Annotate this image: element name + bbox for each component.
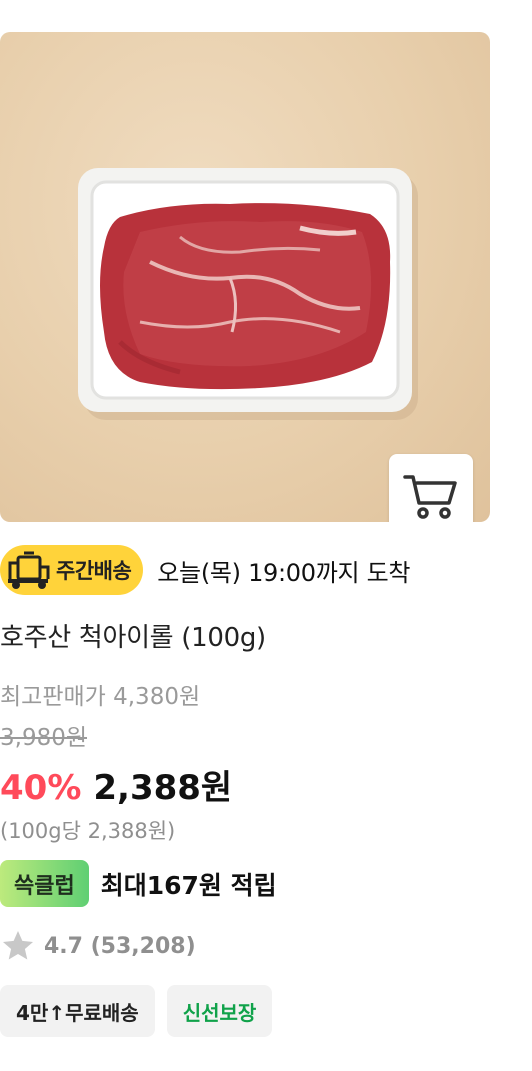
- delivery-info: 주간배송 오늘(목) 19:00까지 도착: [0, 543, 411, 597]
- best-price-label: 최고판매가 4,380원: [0, 684, 201, 710]
- original-price: 3,980원: [0, 725, 88, 751]
- price-row: 40% 2,388원: [0, 760, 232, 809]
- reward-row: 쓱클럽 최대167원 적립: [0, 860, 277, 907]
- add-to-cart-button[interactable]: [389, 454, 473, 522]
- star-icon: [3, 931, 33, 960]
- sale-price: 2,388원: [93, 768, 233, 808]
- discount-rate: 40%: [0, 768, 82, 808]
- rating-text: 4.7 (53,208): [44, 933, 196, 959]
- product-image[interactable]: [0, 32, 490, 522]
- weekly-delivery-badge: 주간배송: [0, 545, 144, 595]
- reward-text: 최대167원 적립: [100, 870, 277, 900]
- free-shipping-tag: 4만↑무료배송: [0, 985, 155, 1037]
- product-card[interactable]: 주간배송 오늘(목) 19:00까지 도착 호주산 척아이롤 (100g) 최고…: [0, 0, 532, 1071]
- tag-list: 4만↑무료배송 신선보장: [0, 985, 284, 1037]
- freshness-guarantee-tag: 신선보장: [166, 985, 273, 1037]
- arrival-text: 오늘(목) 19:00까지 도착: [157, 558, 411, 587]
- truck-icon: [8, 551, 50, 589]
- rating-row: 4.7 (53,208): [0, 928, 196, 964]
- delivery-badge-label: 주간배송: [56, 559, 132, 583]
- product-title[interactable]: 호주산 척아이롤 (100g): [0, 617, 266, 654]
- club-badge: 쓱클럽: [0, 860, 89, 907]
- cart-icon: [403, 475, 457, 519]
- meat-tray-photo: [78, 168, 418, 420]
- unit-price: (100g당 2,388원): [0, 819, 176, 843]
